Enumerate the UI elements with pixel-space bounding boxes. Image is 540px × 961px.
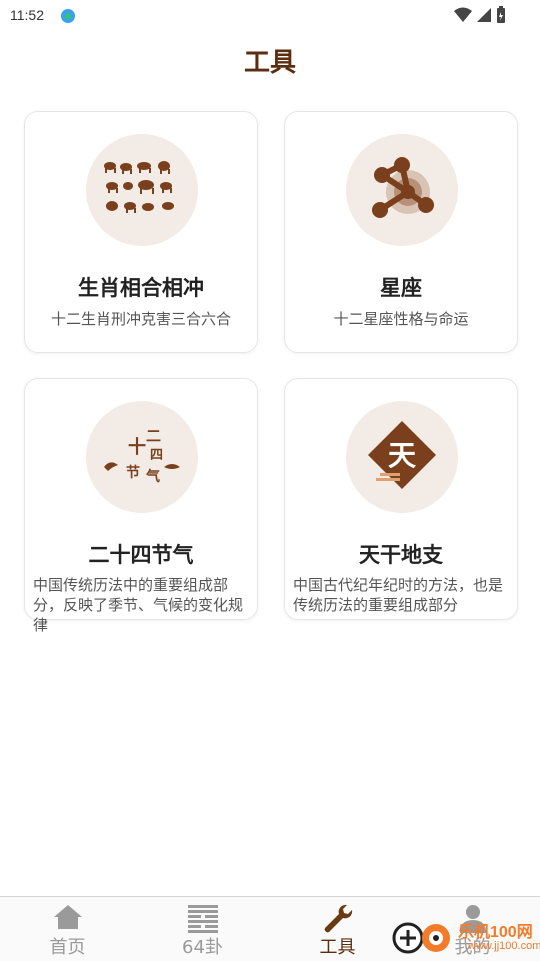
solar-terms-char: 十 bbox=[128, 436, 146, 458]
nav-label: 首页 bbox=[49, 937, 86, 958]
solar-terms-char: 四 bbox=[150, 448, 163, 463]
card-heavenly-stems[interactable]: 天 天干地支 中国古代纪年纪时的方法，也是传统历法的重要组成部分 bbox=[284, 378, 518, 620]
card-constellation[interactable]: 星座 十二星座性格与命运 bbox=[284, 111, 518, 353]
card-icon-circle bbox=[86, 134, 198, 246]
card-title: 星座 bbox=[380, 276, 422, 300]
watermark: 乐机100网 www.jj100.com bbox=[392, 912, 540, 960]
watermark-logo-icon bbox=[392, 916, 456, 960]
app-notification-icon bbox=[60, 8, 76, 28]
zodiac-animals-icon bbox=[102, 158, 182, 222]
card-icon-circle bbox=[346, 134, 458, 246]
wifi-icon bbox=[454, 7, 472, 27]
status-bar: 11:52 bbox=[0, 0, 540, 32]
constellation-molecule-icon bbox=[362, 148, 442, 232]
nav-item-home[interactable]: 首页 bbox=[0, 897, 135, 961]
card-title: 二十四节气 bbox=[88, 543, 194, 567]
card-description: 十二生肖刑冲克害三合六合 bbox=[50, 310, 231, 328]
solar-terms-char: 气 bbox=[145, 468, 160, 485]
status-time: 11:52 bbox=[10, 7, 44, 23]
card-description: 中国古代纪年纪时的方法，也是传统历法的重要组成部分 bbox=[293, 576, 504, 614]
page-title: 工具 bbox=[243, 48, 296, 78]
nav-label: 工具 bbox=[319, 937, 356, 958]
hexagram-icon bbox=[187, 903, 219, 937]
card-icon-circle: 天 bbox=[346, 401, 458, 513]
watermark-url: www.jj100.com bbox=[468, 940, 540, 952]
solar-terms-char: 二 bbox=[146, 427, 161, 445]
wrench-icon bbox=[322, 903, 354, 937]
card-title: 生肖相合相冲 bbox=[78, 276, 204, 300]
card-title: 天干地支 bbox=[359, 543, 443, 567]
home-icon bbox=[52, 903, 84, 935]
card-description: 十二星座性格与命运 bbox=[333, 310, 469, 328]
card-solar-terms[interactable]: 二 十 四 节 气 二十四节气 中国传统历法中的重要组成部分，反映了季节、气候的… bbox=[24, 378, 258, 634]
signal-icon bbox=[476, 7, 492, 27]
nav-label: 64卦 bbox=[182, 937, 223, 958]
nav-item-64-hexagrams[interactable]: 64卦 bbox=[135, 897, 270, 961]
status-icons bbox=[454, 6, 506, 28]
battery-icon bbox=[496, 6, 506, 28]
heavenly-stem-char: 天 bbox=[388, 439, 416, 472]
card-zodiac-compatibility[interactable]: 生肖相合相冲 十二生肖刑冲克害三合六合 bbox=[24, 111, 258, 353]
card-description: 中国传统历法中的重要组成部分，反映了季节、气候的变化规律 bbox=[33, 576, 244, 634]
solar-terms-calligraphy-icon: 二 十 四 节 气 bbox=[102, 423, 182, 491]
watermark-text: 乐机100网 bbox=[458, 924, 533, 941]
card-icon-circle: 二 十 四 节 气 bbox=[86, 401, 198, 513]
heavenly-stem-diamond-icon: 天 bbox=[362, 415, 442, 499]
solar-terms-char: 节 bbox=[126, 464, 140, 481]
nav-item-tools[interactable]: 工具 bbox=[270, 897, 405, 961]
